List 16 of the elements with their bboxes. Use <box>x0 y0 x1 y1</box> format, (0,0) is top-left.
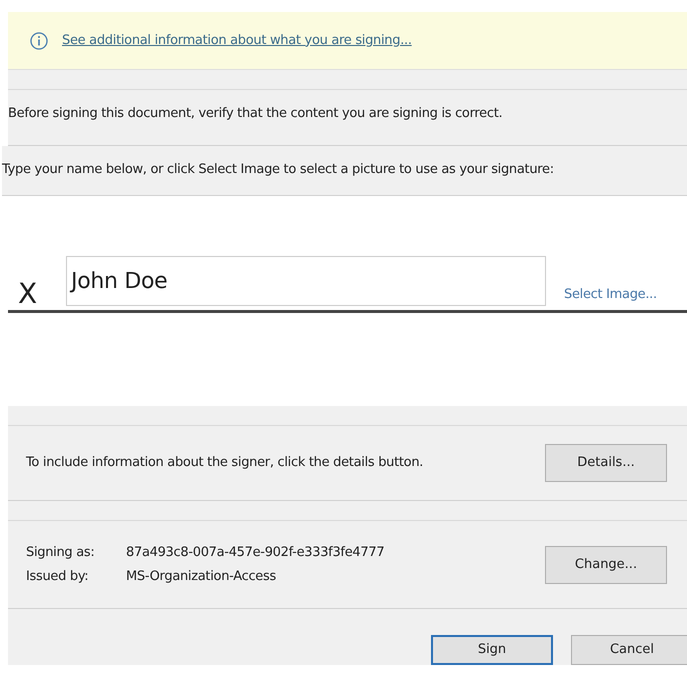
change-button[interactable]: Change... <box>545 546 667 584</box>
cancel-button[interactable]: Cancel <box>571 635 687 665</box>
field-label: Signing as: <box>26 544 96 562</box>
field-label: Issued by: <box>26 568 90 586</box>
verify-message: Before signing this document, verify that the content you are signing is correct. <box>8 106 502 121</box>
field-value: MS-Organization-Access <box>126 568 276 586</box>
select-image-link[interactable]: Select Image... <box>564 284 657 304</box>
info-icon <box>30 32 48 50</box>
info-link[interactable]: See additional information about what you are signing... <box>62 30 412 50</box>
signature-x-mark: X <box>17 280 38 308</box>
field-value: 87a493c8-007a-457e-902f-e333f3fe4777 <box>126 544 384 562</box>
instructions-text: Type your name below, or click Select Image to select a picture to use as your signature: <box>2 162 554 177</box>
signature-name-field[interactable]: John Doe <box>66 256 546 306</box>
sign-button[interactable]: Sign <box>431 635 553 665</box>
details-button[interactable]: Details... <box>545 444 667 482</box>
signer-info-text: To include information about the signer, click the details button. <box>26 454 424 472</box>
